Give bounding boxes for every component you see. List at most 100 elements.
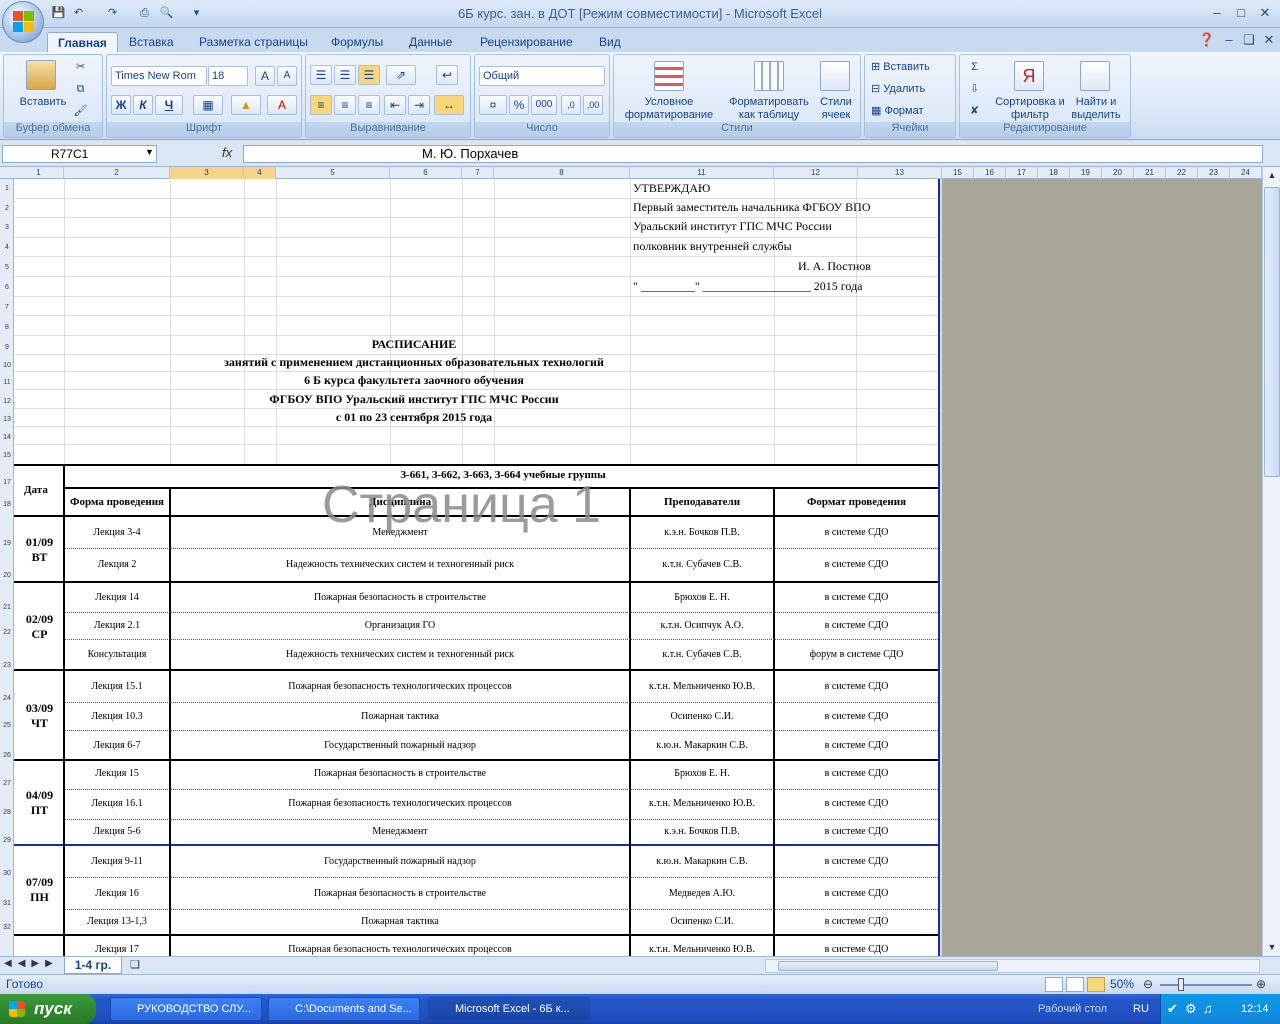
insert-cells-button[interactable]: ⊞ Вставить xyxy=(871,61,955,74)
row-header[interactable]: 23 xyxy=(0,662,14,669)
row-header[interactable]: 31 xyxy=(0,900,14,907)
row-header[interactable]: 22 xyxy=(0,629,14,636)
row-header[interactable]: 10 xyxy=(0,362,14,369)
increase-decimal-icon[interactable]: ,0 xyxy=(561,95,581,115)
row-header[interactable]: 28 xyxy=(0,809,14,816)
sort-filter-icon[interactable]: Я xyxy=(1014,61,1044,91)
taskbar-item[interactable]: C:\Documents and Se... xyxy=(268,997,420,1021)
row-header[interactable]: 30 xyxy=(0,870,14,877)
zoom-in-icon[interactable]: ⊕ xyxy=(1256,977,1266,991)
start-button[interactable]: пуск xyxy=(0,994,96,1024)
find-select-icon[interactable] xyxy=(1080,61,1110,91)
name-box[interactable]: R77C1 xyxy=(2,145,157,163)
language-indicator[interactable]: RU xyxy=(1133,994,1149,1024)
volume-icon[interactable]: ♫ xyxy=(1203,1001,1213,1016)
page-break-view-icon[interactable] xyxy=(1087,977,1105,992)
tray-icon[interactable]: ⚙ xyxy=(1185,1001,1197,1017)
column-header[interactable]: 22 xyxy=(1166,167,1198,179)
find-select-button[interactable]: Найти и выделить xyxy=(1070,96,1122,122)
worksheet[interactable]: УТВЕРЖДАЮ Первый заместитель начальника … xyxy=(14,179,940,956)
row-header[interactable]: 17 xyxy=(0,479,14,486)
conditional-format-button[interactable]: Условное форматирование xyxy=(616,96,722,122)
font-size-select[interactable]: 18 xyxy=(208,66,248,86)
column-header[interactable]: 21 xyxy=(1134,167,1166,179)
row-header[interactable]: 6 xyxy=(0,284,14,291)
column-header[interactable]: 5 xyxy=(276,167,390,179)
zoom-slider-thumb[interactable] xyxy=(1178,978,1184,991)
tab-insert[interactable]: Вставка xyxy=(119,32,184,52)
zoom-slider[interactable] xyxy=(1160,984,1252,986)
column-header[interactable]: 20 xyxy=(1102,167,1134,179)
paste-button[interactable]: Вставить xyxy=(14,96,72,109)
increase-indent-icon[interactable]: ⇥ xyxy=(408,95,430,115)
cell-styles-button[interactable]: Стили ячеек xyxy=(814,96,858,122)
row-header[interactable]: 2 xyxy=(0,205,14,212)
align-left-icon[interactable]: ≡ xyxy=(310,95,332,115)
name-box-dropdown-icon[interactable]: ▼ xyxy=(145,147,154,157)
row-header[interactable]: 27 xyxy=(0,780,14,787)
delete-cells-button[interactable]: ⊟ Удалить xyxy=(871,83,955,96)
sort-filter-button[interactable]: Сортировка и фильтр xyxy=(994,96,1066,122)
row-header[interactable]: 5 xyxy=(0,264,14,271)
row-header[interactable]: 8 xyxy=(0,324,14,331)
align-top-icon[interactable]: ☰ xyxy=(310,65,332,85)
zoom-level[interactable]: 50% xyxy=(1110,977,1134,991)
tab-home[interactable]: Главная xyxy=(47,32,118,52)
column-header[interactable]: 18 xyxy=(1038,167,1070,179)
tab-data[interactable]: Данные xyxy=(399,32,462,52)
conditional-format-icon[interactable] xyxy=(654,61,684,91)
italic-button[interactable]: К xyxy=(133,95,153,115)
wrap-text-icon[interactable]: ↩ xyxy=(436,65,458,85)
fill-icon[interactable]: ⇩ xyxy=(966,81,983,97)
tab-page-layout[interactable]: Разметка страницы xyxy=(189,32,318,52)
clear-icon[interactable]: ✘ xyxy=(966,103,983,119)
hscroll-thumb[interactable] xyxy=(778,961,998,971)
row-header[interactable]: 1 xyxy=(0,185,14,192)
decrease-indent-icon[interactable]: ⇤ xyxy=(384,95,406,115)
column-header[interactable]: 4 xyxy=(244,167,276,179)
underline-button[interactable]: Ч xyxy=(155,95,183,115)
column-header[interactable]: 17 xyxy=(1006,167,1038,179)
close-icon[interactable]: ✕ xyxy=(1254,4,1276,22)
row-header[interactable]: 24 xyxy=(0,695,14,702)
normal-view-icon[interactable] xyxy=(1045,977,1063,992)
column-header[interactable]: 23 xyxy=(1198,167,1230,179)
column-header[interactable]: 12 xyxy=(774,167,858,179)
row-header[interactable]: 3 xyxy=(0,224,14,231)
scroll-thumb[interactable] xyxy=(1264,187,1280,477)
align-bottom-icon[interactable]: ☰ xyxy=(358,65,380,85)
desktop-toolbar[interactable]: Рабочий стол xyxy=(1038,994,1107,1024)
scroll-down-icon[interactable]: ▼ xyxy=(1264,939,1280,955)
orientation-icon[interactable]: ⇗ xyxy=(386,65,416,85)
format-as-table-icon[interactable] xyxy=(754,61,784,91)
scroll-up-icon[interactable]: ▲ xyxy=(1264,167,1280,183)
cut-icon[interactable]: ✂ xyxy=(72,59,89,75)
row-header[interactable]: 14 xyxy=(0,434,14,441)
column-header[interactable]: 6 xyxy=(390,167,462,179)
column-header[interactable]: 13 xyxy=(858,167,942,179)
row-header[interactable]: 4 xyxy=(0,244,14,251)
taskbar-item-active[interactable]: Microsoft Excel - 6Б к... xyxy=(428,997,590,1021)
row-header[interactable]: 9 xyxy=(0,344,14,351)
grow-font-icon[interactable]: A xyxy=(255,66,275,86)
format-as-table-button[interactable]: Форматировать как таблицу xyxy=(724,96,814,122)
cell-styles-icon[interactable] xyxy=(820,61,850,91)
zoom-out-icon[interactable]: ⊖ xyxy=(1143,977,1153,991)
shrink-font-icon[interactable]: A xyxy=(277,66,297,86)
tab-formulas[interactable]: Формулы xyxy=(321,32,393,52)
vertical-scrollbar[interactable]: ▲ ▼ xyxy=(1262,167,1280,956)
row-header[interactable]: 12 xyxy=(0,398,14,405)
row-header[interactable]: 26 xyxy=(0,752,14,759)
thousands-button[interactable]: 000 xyxy=(531,95,557,115)
column-header[interactable]: 24 xyxy=(1230,167,1262,179)
column-header[interactable]: 1 xyxy=(14,167,64,179)
column-header[interactable]: 15 xyxy=(942,167,974,179)
row-header[interactable]: 19 xyxy=(0,540,14,547)
paste-icon[interactable] xyxy=(26,60,56,90)
insert-sheet-icon[interactable]: ❏ xyxy=(130,958,140,971)
column-header[interactable]: 3 xyxy=(170,167,244,179)
decrease-decimal-icon[interactable]: ,00 xyxy=(583,95,603,115)
page-layout-view-icon[interactable] xyxy=(1066,977,1084,992)
sheet-tab[interactable]: 1-4 гр. xyxy=(64,957,122,974)
row-header[interactable]: 11 xyxy=(0,379,14,386)
